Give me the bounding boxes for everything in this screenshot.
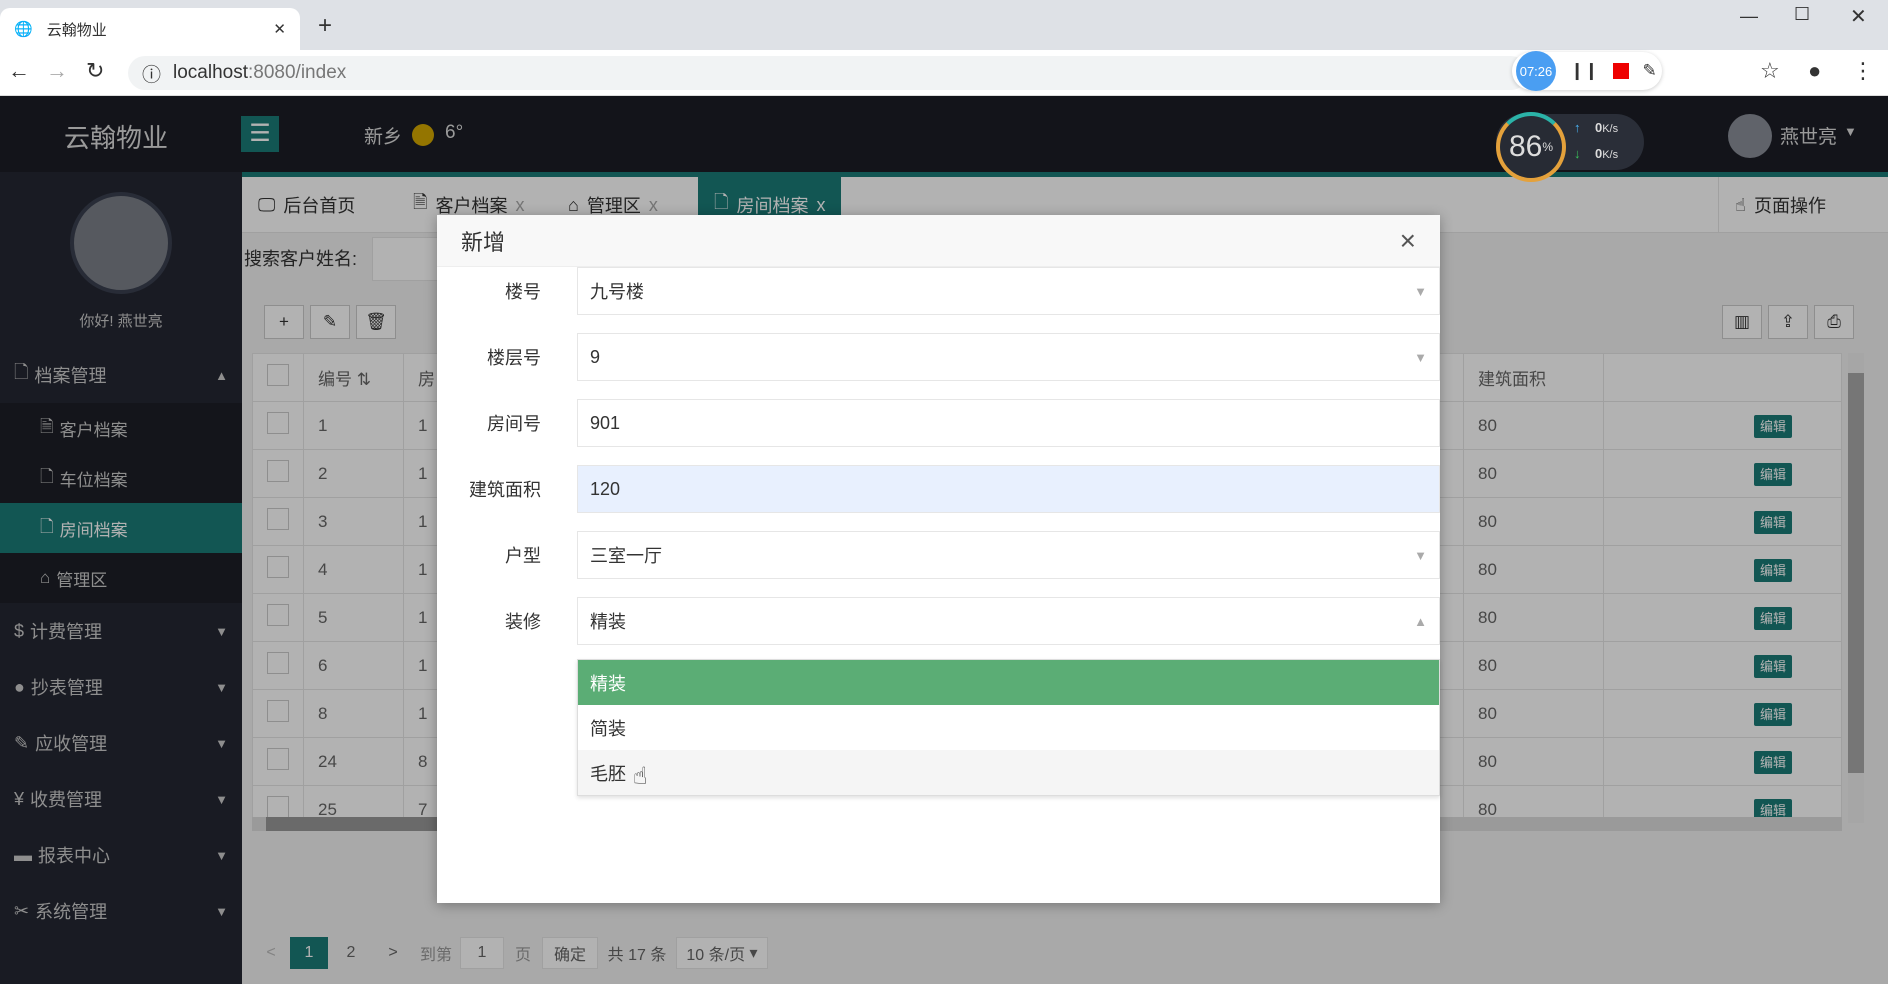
form-row: 房间号 901 [437, 399, 1440, 447]
url-host: localhost [173, 62, 249, 83]
menu-icon[interactable]: ⋮ [1852, 58, 1874, 84]
modal-title: 新增 [461, 229, 506, 255]
field-value: 120 [590, 478, 621, 499]
field-input[interactable]: 901 [577, 399, 1440, 447]
caret-down-icon: ▼ [1414, 547, 1427, 563]
percent-sign: % [1542, 140, 1554, 154]
option-simple[interactable]: 简装 [578, 705, 1439, 750]
tab-title: 云翰物业 [46, 21, 107, 39]
field-label: 建筑面积 [469, 480, 541, 500]
star-icon[interactable]: ☆ [1760, 58, 1780, 84]
speed-unit: K/s [1602, 123, 1619, 135]
new-tab-button[interactable]: + [318, 12, 332, 40]
minimize-button[interactable]: — [1740, 6, 1758, 27]
caret-down-icon: ▼ [1414, 283, 1427, 299]
maximize-button[interactable]: ☐ [1794, 4, 1810, 25]
close-tab-icon[interactable]: ✕ [273, 20, 286, 38]
field-label: 装修 [505, 612, 541, 632]
field-label: 楼层号 [487, 348, 541, 368]
forward-icon[interactable]: → [46, 58, 68, 84]
url-path: :8080/index [248, 62, 347, 83]
field-value: 901 [590, 412, 621, 433]
net-percent: 86 [1508, 130, 1543, 163]
form-row: 建筑面积 120 [437, 465, 1440, 513]
browser-tab[interactable]: 🌐 云翰物业 ✕ [0, 8, 300, 50]
network-widget: 86% ↑ 0K/s ↓ 0K/s [1496, 112, 1644, 182]
browser-tab-bar: 🌐 云翰物业 ✕ + — ☐ ✕ [0, 0, 1888, 50]
url-field[interactable]: ⓘ localhost:8080/index [128, 56, 1528, 90]
globe-icon: 🌐 [14, 21, 33, 38]
pause-icon[interactable]: ❙❙ [1570, 61, 1599, 81]
modal-close-button[interactable]: × [1400, 225, 1416, 257]
field-label: 楼号 [505, 282, 541, 302]
decoration-dropdown: 精装 简装 毛胚 [577, 659, 1440, 796]
upload-arrow-icon: ↑ [1574, 120, 1581, 135]
field-select[interactable]: 九号楼 ▼ [577, 267, 1440, 315]
caret-down-icon: ▼ [1414, 349, 1427, 365]
form-row: 装修 精装 ▲ [437, 597, 1440, 645]
download-arrow-icon: ↓ [1574, 146, 1581, 161]
field-label: 户型 [505, 546, 541, 566]
profile-icon[interactable]: ● [1808, 58, 1821, 84]
hand-cursor-icon: ☝ [633, 763, 648, 790]
form-row: 楼号 九号楼 ▼ [437, 267, 1440, 315]
recording-time: 07:26 [1516, 51, 1556, 91]
recorder-widget: 07:26 ❙❙ ✎ [1512, 51, 1662, 91]
close-window-button[interactable]: ✕ [1850, 4, 1867, 29]
field-value: 三室一厅 [590, 546, 662, 566]
pen-icon[interactable]: ✎ [1643, 61, 1657, 81]
caret-up-icon: ▲ [1414, 613, 1427, 629]
form-row: 楼层号 9 ▼ [437, 333, 1440, 381]
field-value: 九号楼 [590, 282, 644, 302]
reload-icon[interactable]: ↻ [86, 58, 104, 84]
field-value: 精装 [590, 612, 626, 632]
form-row: 户型 三室一厅 ▼ [437, 531, 1440, 579]
field-select[interactable]: 9 ▼ [577, 333, 1440, 381]
field-select[interactable]: 精装 ▲ [577, 597, 1440, 645]
address-bar: ← → ↻ ⓘ localhost:8080/index 07:26 ❙❙ ✎ … [0, 50, 1888, 96]
option-rough[interactable]: 毛胚 [578, 750, 1439, 795]
info-icon: ⓘ [142, 64, 162, 86]
field-select[interactable]: 三室一厅 ▼ [577, 531, 1440, 579]
option-fine[interactable]: 精装 [578, 660, 1439, 705]
back-icon[interactable]: ← [8, 58, 30, 84]
speed-unit: K/s [1602, 149, 1619, 161]
field-label: 房间号 [487, 414, 541, 434]
field-value: 9 [590, 346, 601, 367]
add-modal: 新增 × 楼号 九号楼 ▼ 楼层号 9 ▼ 房间号 901 建筑面积 120 户型 三室一厅 ▼ 装修 精装 ▲… [437, 215, 1440, 903]
field-input[interactable]: 120 [577, 465, 1440, 513]
stop-icon[interactable] [1612, 63, 1629, 79]
